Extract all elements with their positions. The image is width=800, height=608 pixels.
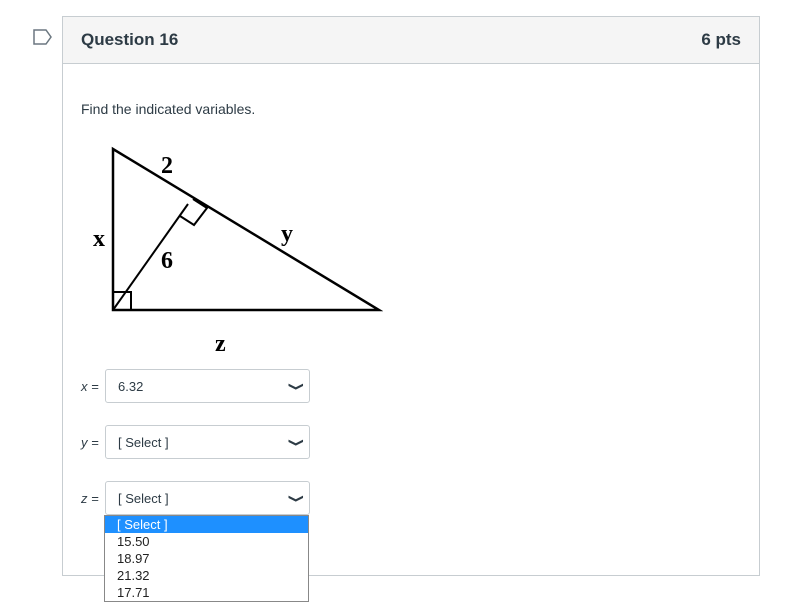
answer-label: z =: [81, 490, 99, 506]
dropdown-option[interactable]: [ Select ]: [105, 516, 308, 533]
answer-row-y: y = [ Select ] ❯: [81, 425, 310, 459]
dropdown-option[interactable]: 17.71: [105, 584, 308, 601]
question-card: Question 16 6 pts Find the indicated var…: [62, 16, 760, 576]
question-title: Question 16: [81, 30, 179, 49]
triangle-figure: 2 x 6 y z: [93, 146, 383, 351]
question-points: 6 pts: [701, 30, 741, 49]
answer-row-x: x = 6.32 ❯: [81, 369, 310, 403]
chevron-down-icon: ❯: [287, 493, 304, 503]
select-y[interactable]: [ Select ] ❯: [105, 425, 310, 459]
select-value: [ Select ]: [118, 434, 169, 450]
label-y: y: [281, 221, 293, 247]
answer-label: y =: [81, 434, 99, 450]
flag-icon[interactable]: [33, 29, 53, 45]
dropdown-option[interactable]: 21.32: [105, 567, 308, 584]
chevron-down-icon: ❯: [287, 381, 304, 391]
label-z: z: [215, 331, 226, 351]
chevron-down-icon: ❯: [287, 437, 304, 447]
question-header: Question 16 6 pts: [63, 17, 759, 64]
answer-row-z: z = [ Select ] ❯: [81, 481, 310, 515]
label-x: x: [93, 226, 105, 252]
select-z[interactable]: [ Select ] ❯: [105, 481, 310, 515]
question-prompt: Find the indicated variables.: [81, 101, 256, 117]
select-value: [ Select ]: [118, 490, 169, 506]
answer-label: x =: [81, 378, 99, 394]
label-2: 2: [161, 153, 173, 179]
select-value: 6.32: [118, 378, 144, 394]
dropdown-option[interactable]: 18.97: [105, 550, 308, 567]
label-6: 6: [161, 248, 173, 274]
select-x[interactable]: 6.32 ❯: [105, 369, 310, 403]
dropdown-list-z: [ Select ] 15.50 18.97 21.32 17.71: [104, 515, 309, 602]
dropdown-option[interactable]: 15.50: [105, 533, 308, 550]
